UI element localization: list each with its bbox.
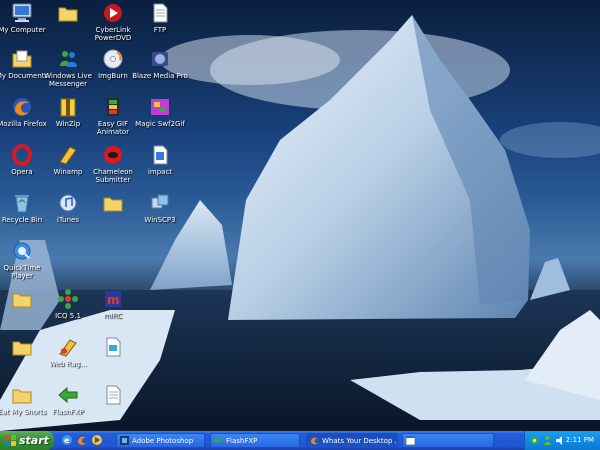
icon-label: FTP <box>153 26 167 34</box>
desktop-icon-document[interactable] <box>83 384 143 431</box>
firefox-icon[interactable] <box>76 434 88 446</box>
desktop-icon-blaze-media-pro[interactable]: Blaze Media Pro <box>130 48 190 98</box>
documents-folder-icon <box>12 50 32 68</box>
icon-label: WinSCP3 <box>144 216 176 224</box>
window-icon <box>406 436 415 445</box>
firefox-icon <box>310 436 319 445</box>
folder-icon <box>58 7 78 22</box>
tray-clock: 2:11 PM <box>565 436 594 444</box>
folder-icon <box>12 293 32 308</box>
svg-text:e: e <box>64 436 70 445</box>
disc-icon <box>103 49 123 69</box>
itunes-icon <box>59 194 77 212</box>
opera-icon <box>12 144 32 166</box>
recycle-bin-icon <box>15 195 29 213</box>
document-icon <box>153 145 168 165</box>
icq-icon <box>58 289 78 309</box>
svg-text:m: m <box>107 293 120 307</box>
desktop-icon-ftp[interactable]: FTP <box>130 2 190 52</box>
flashfxp-icon <box>58 386 78 404</box>
taskbar-item-photoshop[interactable]: Adobe Photoshop <box>116 433 205 448</box>
icon-label: Magic Swf2Gif <box>135 120 185 128</box>
winzip-icon <box>60 98 76 117</box>
windows-flag-icon <box>5 435 16 446</box>
messenger-icon[interactable] <box>542 435 553 446</box>
start-label: start <box>19 434 49 447</box>
taskbar-item-window[interactable] <box>402 433 494 448</box>
document-icon <box>153 3 168 23</box>
taskbar-item-label: Adobe Photoshop <box>132 436 194 445</box>
system-tray: 2:11 PM <box>524 431 600 450</box>
desktop-icon-quicktime-player[interactable]: QuickTime Player <box>0 240 52 290</box>
taskbar: start e Adobe Photoshop FlashFXP Whats Y… <box>0 431 600 450</box>
icon-label: QuickTime Player <box>3 264 41 280</box>
flashfxp-icon <box>214 437 223 444</box>
photoshop-icon <box>120 436 129 445</box>
document-icon <box>106 337 121 357</box>
mirc-icon: m <box>105 291 121 307</box>
folder-icon <box>12 389 32 404</box>
icon-label: impact <box>147 168 173 176</box>
desktop-icon-mirc[interactable]: m mIRC <box>83 288 143 338</box>
blaze-icon <box>152 52 168 66</box>
computer-icon <box>12 3 32 22</box>
taskbar-item-label: FlashFXP <box>226 436 258 445</box>
desktop-icon-magic-swf2gif[interactable]: Magic Swf2Gif <box>130 96 190 146</box>
taskbar-item-flashfxp[interactable]: FlashFXP <box>210 433 300 448</box>
desktop-icon-document[interactable] <box>83 336 143 386</box>
start-button[interactable]: start <box>0 431 54 450</box>
taskbar-item-label: Whats Your Desktop ... <box>322 436 397 445</box>
winamp-icon <box>59 146 77 165</box>
ie-icon[interactable]: e <box>61 434 73 446</box>
folder-icon <box>103 197 123 212</box>
web-rag-icon <box>59 339 77 357</box>
taskbar-item-whats-your-desktop[interactable]: Whats Your Desktop ... <box>306 433 398 448</box>
media-icon[interactable] <box>91 434 103 446</box>
swf2gif-icon <box>151 99 169 115</box>
network-icon[interactable] <box>529 435 540 446</box>
chameleon-icon <box>104 146 122 164</box>
volume-icon[interactable] <box>555 435 566 446</box>
powerdvd-icon <box>104 4 122 22</box>
document-icon <box>106 385 121 405</box>
gif-animator-icon <box>107 98 119 116</box>
desktop[interactable]: My Computer My Documents Mozilla Firefox… <box>0 0 600 431</box>
winscp-icon <box>151 194 169 209</box>
quicktime-icon <box>13 242 31 260</box>
desktop-icon-impact[interactable]: impact <box>130 144 190 194</box>
desktop-icon-winscp3[interactable]: WinSCP3 <box>130 192 190 242</box>
icon-label: Blaze Media Pro <box>132 72 188 80</box>
firefox-icon <box>13 98 31 116</box>
folder-icon <box>12 341 32 356</box>
icon-label: mIRC <box>103 312 123 320</box>
messenger-icon <box>60 51 77 67</box>
